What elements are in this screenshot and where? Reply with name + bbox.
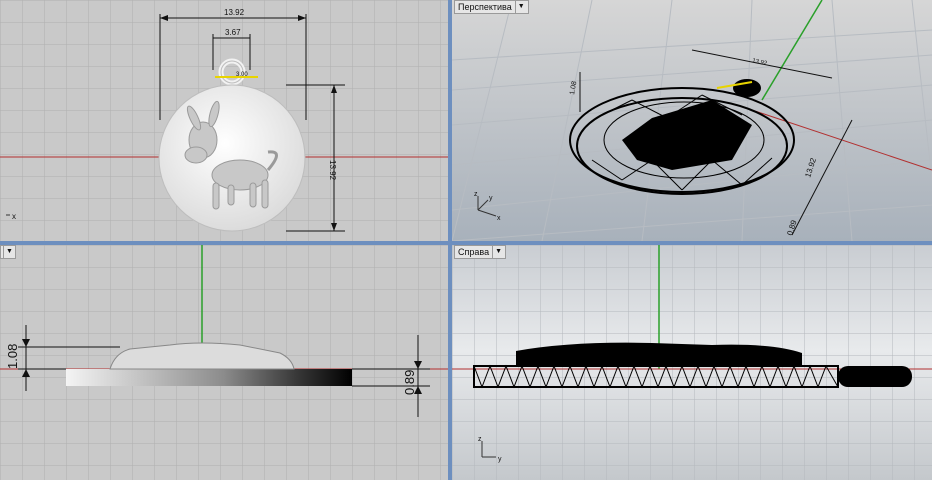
right-axis-z: z [478, 436, 482, 443]
viewport-title: Справа [458, 247, 490, 257]
loop-side [838, 366, 912, 387]
donkey-mesh-side [516, 342, 802, 365]
front-view-canvas: 1.08 0.89 [0, 245, 448, 480]
pendant-base-side [66, 369, 352, 386]
perspective-canvas: 1.08 13.92 13.92 0.89 z y x [452, 0, 932, 241]
viewport-front[interactable]: 1.08 0.89 ▼ [0, 245, 448, 480]
persp-axis-z: z [474, 191, 478, 198]
viewport-perspective[interactable]: 1.08 13.92 13.92 0.89 z y x Перспектива … [452, 0, 932, 241]
horizontal-splitter[interactable] [0, 241, 932, 245]
vertical-splitter[interactable] [448, 0, 452, 480]
dim-loop: 3.67 [225, 28, 241, 37]
dropdown-arrow-icon[interactable]: ▼ [492, 246, 502, 258]
right-axis-y: y [498, 456, 502, 463]
viewport-perspective-tab[interactable]: Перспектива ▼ [454, 0, 529, 14]
persp-axis-x: x [497, 215, 501, 222]
rhino-4-viewport-layout: 13.92 3.67 3.00 13.92 x 1.08 13.92 13.92… [0, 0, 932, 480]
dim-height: 13.92 [328, 160, 337, 181]
pendant-disc [158, 84, 306, 232]
persp-axis-y: y [489, 195, 493, 202]
viewport-front-tab[interactable]: ▼ [0, 245, 16, 259]
viewport-title: Перспектива [458, 2, 512, 12]
front-dim-right: 0.89 [402, 370, 417, 395]
right-view-canvas: z y [452, 245, 932, 480]
dim-loop-small: 3.00 [236, 72, 248, 78]
dropdown-arrow-icon[interactable]: ▼ [514, 1, 525, 13]
top-view-canvas: 13.92 3.67 3.00 13.92 x [0, 0, 448, 241]
dim-width: 13.92 [224, 8, 245, 17]
viewport-right-tab[interactable]: Справа ▼ [454, 245, 507, 259]
viewport-right[interactable]: z y Справа ▼ [452, 245, 932, 480]
front-dim-left: 1.08 [5, 344, 20, 369]
viewport-top[interactable]: 13.92 3.67 3.00 13.92 x [0, 0, 448, 241]
axis-x-label: x [12, 212, 16, 221]
dropdown-arrow-icon[interactable]: ▼ [3, 246, 13, 258]
